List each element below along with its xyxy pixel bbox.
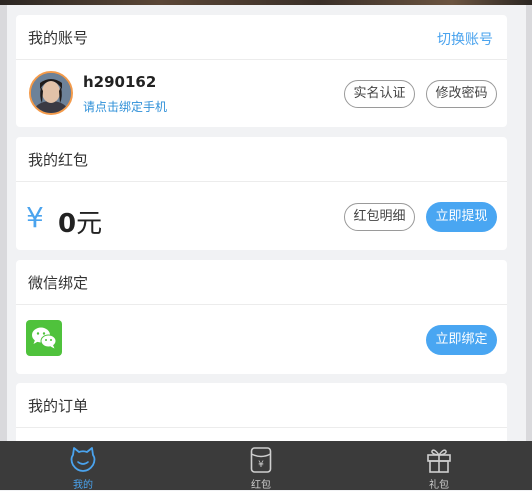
wechat-bind-button[interactable]: 立即绑定 — [426, 325, 497, 355]
tab-gift-label: 礼包 — [429, 480, 449, 491]
tab-gift[interactable]: 礼包 — [379, 441, 499, 491]
orders-card-header: 我的订单 — [16, 383, 507, 428]
account-title: 我的账号 — [28, 29, 89, 47]
account-card-header: 我的账号 切换账号 — [16, 15, 507, 60]
tab-red-packet-label: 红包 — [251, 480, 271, 491]
tab-red-packet[interactable]: ¥ 红包 — [201, 441, 321, 491]
red-packet-detail-button[interactable]: 红包明细 — [344, 203, 415, 231]
wechat-title: 微信绑定 — [28, 274, 89, 292]
wechat-card-header: 微信绑定 — [16, 260, 507, 305]
withdraw-button[interactable]: 立即提现 — [426, 202, 497, 232]
red-packet-amount: 0元 — [58, 203, 102, 240]
gift-icon — [427, 449, 451, 473]
account-card: 我的账号 切换账号 h290162 请点击绑定手机 实名认证 修改密码 — [16, 15, 507, 127]
wechat-icon — [26, 320, 62, 356]
tab-mine-label: 我的 — [73, 480, 93, 491]
amount-unit: 元 — [76, 209, 103, 239]
change-password-button[interactable]: 修改密码 — [426, 80, 497, 108]
red-packet-card-header: 我的红包 — [16, 137, 507, 182]
tab-mine[interactable]: 我的 — [23, 441, 143, 491]
account-info-row: h290162 请点击绑定手机 实名认证 修改密码 — [16, 60, 507, 127]
username: h290162 — [83, 73, 157, 91]
red-packet-icon: ¥ — [250, 447, 272, 473]
left-edge-shade — [0, 5, 7, 441]
red-packet-title: 我的红包 — [28, 151, 89, 169]
red-packet-card: 我的红包 ¥ 0元 红包明细 立即提现 — [16, 137, 507, 250]
bottom-tab-bar: 我的 ¥ 红包 礼包 — [0, 441, 532, 491]
right-edge-shade — [526, 5, 532, 441]
avatar[interactable] — [29, 71, 73, 115]
wechat-bubbles-icon — [32, 327, 57, 349]
wechat-bind-card: 微信绑定 立即绑定 — [16, 260, 507, 374]
switch-account-link[interactable]: 切换账号 — [437, 29, 493, 49]
verify-identity-button[interactable]: 实名认证 — [344, 80, 415, 108]
avatar-portrait-icon — [31, 73, 71, 113]
top-background-strip — [0, 0, 532, 5]
bind-phone-link[interactable]: 请点击绑定手机 — [83, 98, 167, 115]
yen-symbol: ¥ — [26, 201, 44, 234]
orders-title: 我的订单 — [28, 397, 89, 415]
amount-value: 0 — [58, 209, 77, 239]
cat-face-icon — [70, 447, 96, 472]
svg-text:¥: ¥ — [258, 460, 264, 470]
